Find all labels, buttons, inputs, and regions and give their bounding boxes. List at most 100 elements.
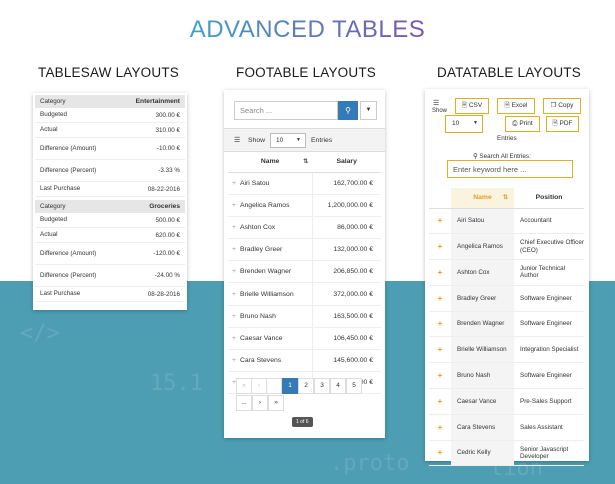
decorative-code: </> — [20, 321, 60, 346]
search-icon: ⚲ — [345, 106, 351, 115]
table-row[interactable]: + Brielle Williamson Integration Specialis… — [429, 336, 584, 364]
expand-icon[interactable]: + — [429, 285, 451, 312]
row-value: 08-22-2016 — [147, 185, 180, 193]
table-row[interactable]: + Ashton Cox 86,000.00 € — [228, 216, 381, 240]
csv-button[interactable]: 🗎 CSV — [455, 98, 489, 114]
expand-icon[interactable]: + — [232, 313, 236, 320]
excel-button[interactable]: 🗎 Excel — [497, 98, 535, 114]
column-header-position[interactable]: Position — [514, 188, 584, 209]
row-value: -3.33 % — [158, 167, 180, 174]
expand-icon[interactable]: + — [232, 224, 236, 231]
page-button-1[interactable]: 1 — [282, 378, 298, 394]
name-cell: + Airi Satou — [228, 172, 313, 195]
tablesaw-title: TABLESAW LAYOUTS — [38, 65, 179, 80]
expand-icon[interactable]: + — [232, 357, 236, 364]
table-row[interactable]: + Bruno Nash 163,500.00 € — [228, 305, 381, 328]
footable-title: FOOTABLE LAYOUTS — [236, 65, 376, 80]
row-value: -24.00 % — [154, 272, 180, 279]
name-cell: + Bruno Nash — [228, 305, 313, 328]
page-size-value: 10 — [452, 120, 460, 127]
datatable-table: Name ⇅ Position + Airi Satou Accountant + Ang… — [429, 188, 584, 467]
expand-icon[interactable]: + — [232, 246, 236, 253]
expand-icon[interactable]: + — [232, 268, 236, 275]
page-gap — [266, 378, 282, 394]
page-size-select[interactable]: 10 ▼ — [270, 133, 306, 148]
show-label: Show — [432, 108, 448, 114]
expand-icon[interactable]: + — [429, 414, 451, 441]
tablesaw-row: Actual 620.00 € — [35, 228, 185, 243]
expand-icon[interactable]: + — [429, 440, 451, 467]
table-row[interactable]: + Bruno Nash Software Engineer — [429, 362, 584, 390]
prev-page-button[interactable]: ‹ — [251, 378, 267, 394]
table-row[interactable]: + Brielle Williamson 372,000.00 € — [228, 282, 381, 306]
table-row[interactable]: + Brenden Wagner Software Engineer — [429, 311, 584, 338]
expand-icon[interactable]: + — [429, 362, 451, 390]
entries-label: Entries — [497, 135, 517, 142]
list-icon: ☰ — [234, 137, 241, 144]
name-cell: Brenden Wagner — [451, 311, 514, 338]
search-options-dropdown[interactable]: ▼ — [360, 101, 377, 120]
page-button-5[interactable]: 5 — [346, 378, 362, 394]
row-value: 310.00 € — [155, 126, 180, 134]
page-size-select[interactable]: 10 ▼ — [445, 115, 483, 133]
position-cell: Accountant — [514, 208, 584, 235]
first-page-button[interactable]: « — [236, 378, 252, 394]
page-info-badge: 1 of 6 — [292, 417, 313, 427]
table-row[interactable]: + Cedric Kelly Senior Javascript Developer — [429, 440, 584, 467]
search-button[interactable]: ⚲ — [338, 101, 358, 120]
table-row[interactable]: + Angelica Ramos 1,200,000.00 € — [228, 194, 381, 217]
table-row[interactable]: + Angelica Ramos Chief Executive Officer (… — [429, 233, 584, 261]
page-button-3[interactable]: 3 — [314, 378, 330, 394]
table-row[interactable]: + Airi Satou Accountant — [429, 208, 584, 235]
salary-cell: 163,500.00 € — [311, 305, 381, 328]
table-row[interactable]: + Cara Stevens Sales Assistant — [429, 414, 584, 441]
expand-icon[interactable]: + — [429, 233, 451, 261]
table-row[interactable]: + Cara Stevens 145,600.00 € — [228, 349, 381, 373]
salary-cell: 145,600.00 € — [311, 349, 381, 373]
column-header-name[interactable]: Name ⇅ — [451, 188, 514, 209]
pdf-button[interactable]: 🗎 PDF — [546, 116, 579, 132]
expand-icon[interactable]: + — [429, 208, 451, 235]
expand-icon[interactable]: + — [429, 336, 451, 364]
expand-icon[interactable]: + — [232, 202, 236, 209]
position-cell: Pre-Sales Support — [514, 388, 584, 415]
footable-page-size-bar: ☰ Show 10 ▼ Entries — [224, 128, 385, 152]
show-label: Show — [248, 137, 266, 144]
search-all-input[interactable]: Enter keyword here ... — [447, 160, 573, 178]
datatable-title: DATATABLE LAYOUTS — [437, 65, 581, 80]
file-icon: 🗎 — [461, 102, 468, 109]
table-row[interactable]: + Airi Satou 162,700.00 € — [228, 172, 381, 195]
page-button-4[interactable]: 4 — [330, 378, 346, 394]
table-row[interactable]: + Brenden Wagner 206,850.00 € — [228, 260, 381, 284]
tablesaw-row: Difference (Amount) -120.00 € — [35, 243, 185, 265]
search-input[interactable]: Search ... — [234, 101, 338, 120]
tablesaw-group: Category Groceries Budgeted 500.00 € Actu… — [35, 200, 185, 302]
more-pages-button[interactable]: ... — [236, 395, 252, 411]
page-button-2[interactable]: 2 — [298, 378, 314, 394]
table-row[interactable]: + Caesar Vance 106,450.00 € — [228, 327, 381, 351]
decorative-code: 15.1 — [150, 371, 203, 396]
salary-cell: 86,000.00 € — [311, 216, 381, 240]
table-row[interactable]: + Caesar Vance Pre-Sales Support — [429, 388, 584, 415]
table-row[interactable]: + Bradley Greer 132,000.00 € — [228, 238, 381, 262]
sort-icon: ⇅ — [502, 195, 508, 201]
print-button[interactable]: ⎙ Print — [505, 116, 540, 132]
row-key: Actual — [40, 231, 58, 239]
row-key: Difference (Percent) — [40, 166, 97, 174]
expand-icon[interactable]: + — [429, 311, 451, 338]
column-header-salary[interactable]: Salary — [312, 152, 381, 173]
last-page-button[interactable]: » — [268, 395, 284, 411]
table-row[interactable]: + Ashton Cox Junior Technical Author — [429, 259, 584, 286]
row-value: 300.00 € — [155, 111, 180, 119]
expand-icon[interactable]: + — [232, 180, 236, 187]
expand-icon[interactable]: + — [429, 259, 451, 286]
next-page-button[interactable]: › — [252, 395, 268, 411]
salary-cell: 206,850.00 € — [311, 260, 381, 284]
expand-icon[interactable]: + — [429, 388, 451, 415]
table-row[interactable]: + Bradley Greer Software Engineer — [429, 285, 584, 312]
salary-cell: 372,000.00 € — [311, 282, 381, 306]
copy-button[interactable]: ❐ Copy — [543, 98, 581, 114]
expand-icon[interactable]: + — [232, 291, 236, 298]
expand-icon[interactable]: + — [232, 335, 236, 342]
column-header-name[interactable]: Name ⇅ — [228, 152, 313, 173]
